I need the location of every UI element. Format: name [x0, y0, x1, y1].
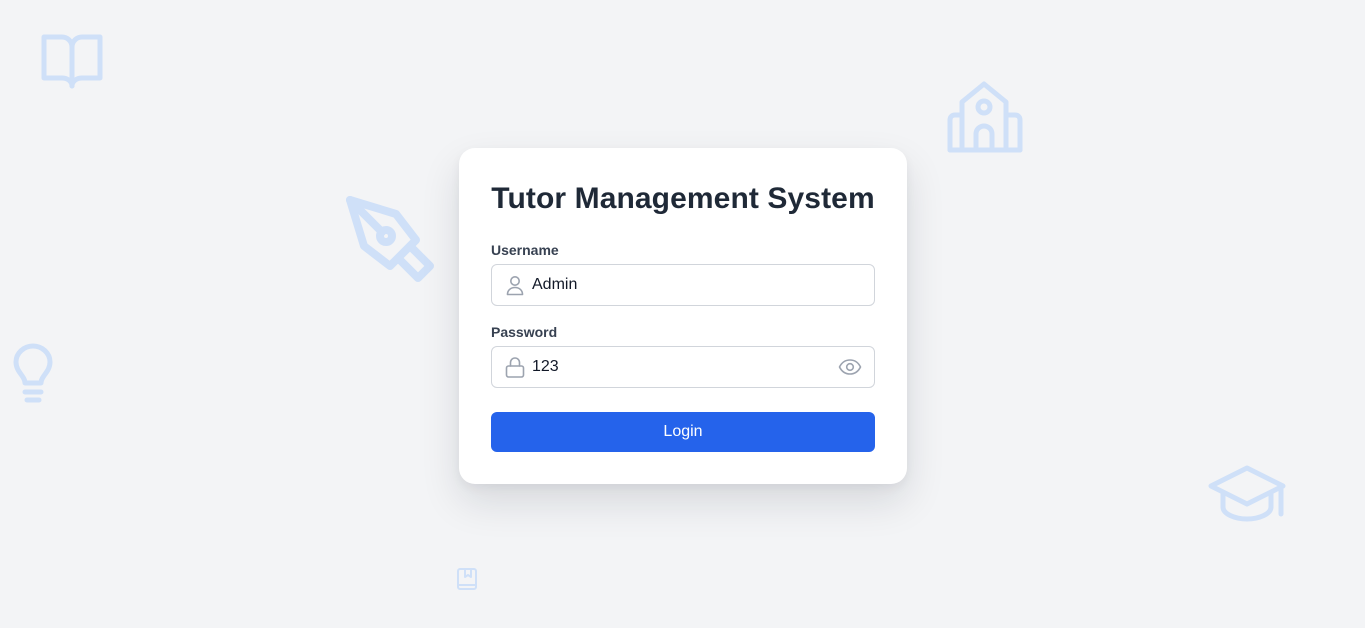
school-icon: [946, 80, 1024, 154]
username-value[interactable]: Admin: [532, 265, 577, 305]
lightbulb-icon: [12, 343, 54, 405]
page-title: Tutor Management System: [491, 182, 875, 215]
username-label: Username: [491, 242, 559, 258]
book-open-icon: [40, 33, 104, 89]
pen-tool-icon: [342, 192, 436, 286]
eye-icon[interactable]: [838, 356, 862, 383]
login-button[interactable]: Login: [491, 412, 875, 452]
notebook-icon: [456, 567, 478, 591]
user-icon: [504, 274, 526, 301]
password-value[interactable]: 123: [532, 347, 559, 387]
password-field[interactable]: 123: [491, 346, 875, 388]
username-field[interactable]: Admin: [491, 264, 875, 306]
lock-icon: [504, 356, 526, 383]
login-page: Tutor Management System Username Admin P…: [0, 0, 1365, 628]
graduation-cap-icon: [1207, 462, 1287, 524]
password-label: Password: [491, 324, 558, 340]
login-card: Tutor Management System Username Admin P…: [459, 148, 907, 484]
